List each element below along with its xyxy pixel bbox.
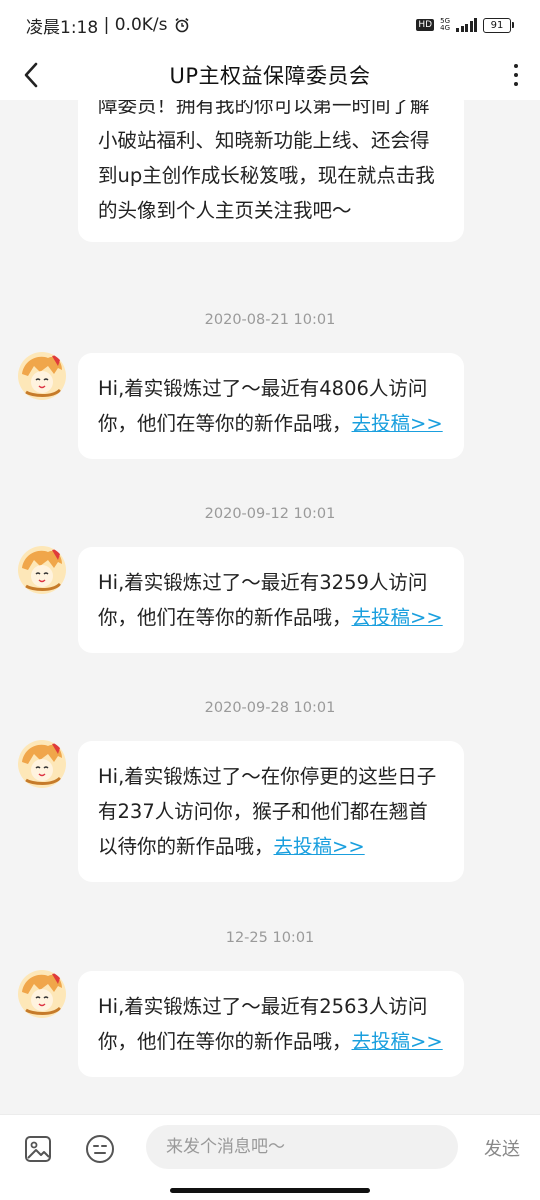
battery-icon: 91 — [483, 17, 514, 33]
hd-badge: HD — [416, 19, 435, 31]
network-sub: 4G — [440, 24, 450, 32]
message-timestamp: 2020-08-21 10:01 — [204, 312, 336, 328]
alarm-clock-icon — [174, 17, 189, 33]
input-bar: 发送 — [0, 1114, 540, 1200]
status-bar: 凌晨1:18 | 0.0K/s HD 5G 4G 91 — [0, 0, 540, 50]
message-bubble: Hi,着实锻炼过了～最近有2563人访问你，他们在等你的新作品哦，去投稿>> — [78, 971, 464, 1077]
status-separator: | — [98, 15, 115, 35]
submit-link[interactable]: 去投稿>> — [352, 1030, 443, 1053]
submit-link[interactable]: 去投稿>> — [274, 835, 365, 858]
avatar[interactable] — [18, 546, 66, 594]
message-bubble: 障委员！拥有我的你可以第一时间了解小破站福利、知晓新功能上线、还会得到up主创作… — [78, 100, 464, 242]
message-bubble: Hi,着实锻炼过了～最近有3259人访问你，他们在等你的新作品哦，去投稿>> — [78, 547, 464, 653]
battery-level: 91 — [483, 17, 511, 33]
page-title: UP主权益保障委员会 — [169, 64, 371, 88]
submit-link[interactable]: 去投稿>> — [352, 606, 443, 629]
avatar[interactable] — [18, 970, 66, 1018]
send-button[interactable]: 发送 — [484, 1135, 520, 1161]
status-left: 凌晨1:18 | 0.0K/s — [26, 13, 190, 38]
home-indicator — [170, 1188, 370, 1193]
status-time: 凌晨1:18 — [26, 17, 99, 38]
status-right: HD 5G 4G 91 — [416, 17, 514, 33]
message-timestamp: 2020-09-28 10:01 — [204, 700, 336, 716]
avatar[interactable] — [18, 740, 66, 788]
image-icon[interactable] — [22, 1133, 54, 1165]
signal-icon — [456, 18, 477, 32]
network-indicator: 5G 4G — [440, 18, 450, 32]
more-vertical-icon[interactable] — [506, 57, 526, 93]
message-bubble: Hi,着实锻炼过了～在你停更的这些日子有237人访问你，猴子和他们都在翘首以待你… — [78, 741, 464, 882]
message-bubble: Hi,着实锻炼过了～最近有4806人访问你，他们在等你的新作品哦，去投稿>> — [78, 353, 464, 459]
back-arrow-icon[interactable] — [14, 58, 48, 92]
message-text: Hi,着实锻炼过了～在你停更的这些日子有237人访问你，猴子和他们都在翘首以待你… — [98, 765, 437, 858]
message-text: 障委员！拥有我的你可以第一时间了解小破站福利、知晓新功能上线、还会得到up主创作… — [98, 100, 435, 222]
message-timestamp: 2020-09-12 10:01 — [204, 506, 336, 522]
message-input[interactable] — [146, 1125, 458, 1169]
message-timestamp: 12-25 10:01 — [225, 930, 315, 946]
chat-list[interactable]: 障委员！拥有我的你可以第一时间了解小破站福利、知晓新功能上线、还会得到up主创作… — [0, 100, 540, 1114]
submit-link[interactable]: 去投稿>> — [352, 412, 443, 435]
status-speed: 0.0K/s — [114, 15, 168, 35]
emoji-icon[interactable] — [84, 1133, 116, 1165]
avatar[interactable] — [18, 352, 66, 400]
nav-bar: UP主权益保障委员会 — [0, 50, 540, 100]
